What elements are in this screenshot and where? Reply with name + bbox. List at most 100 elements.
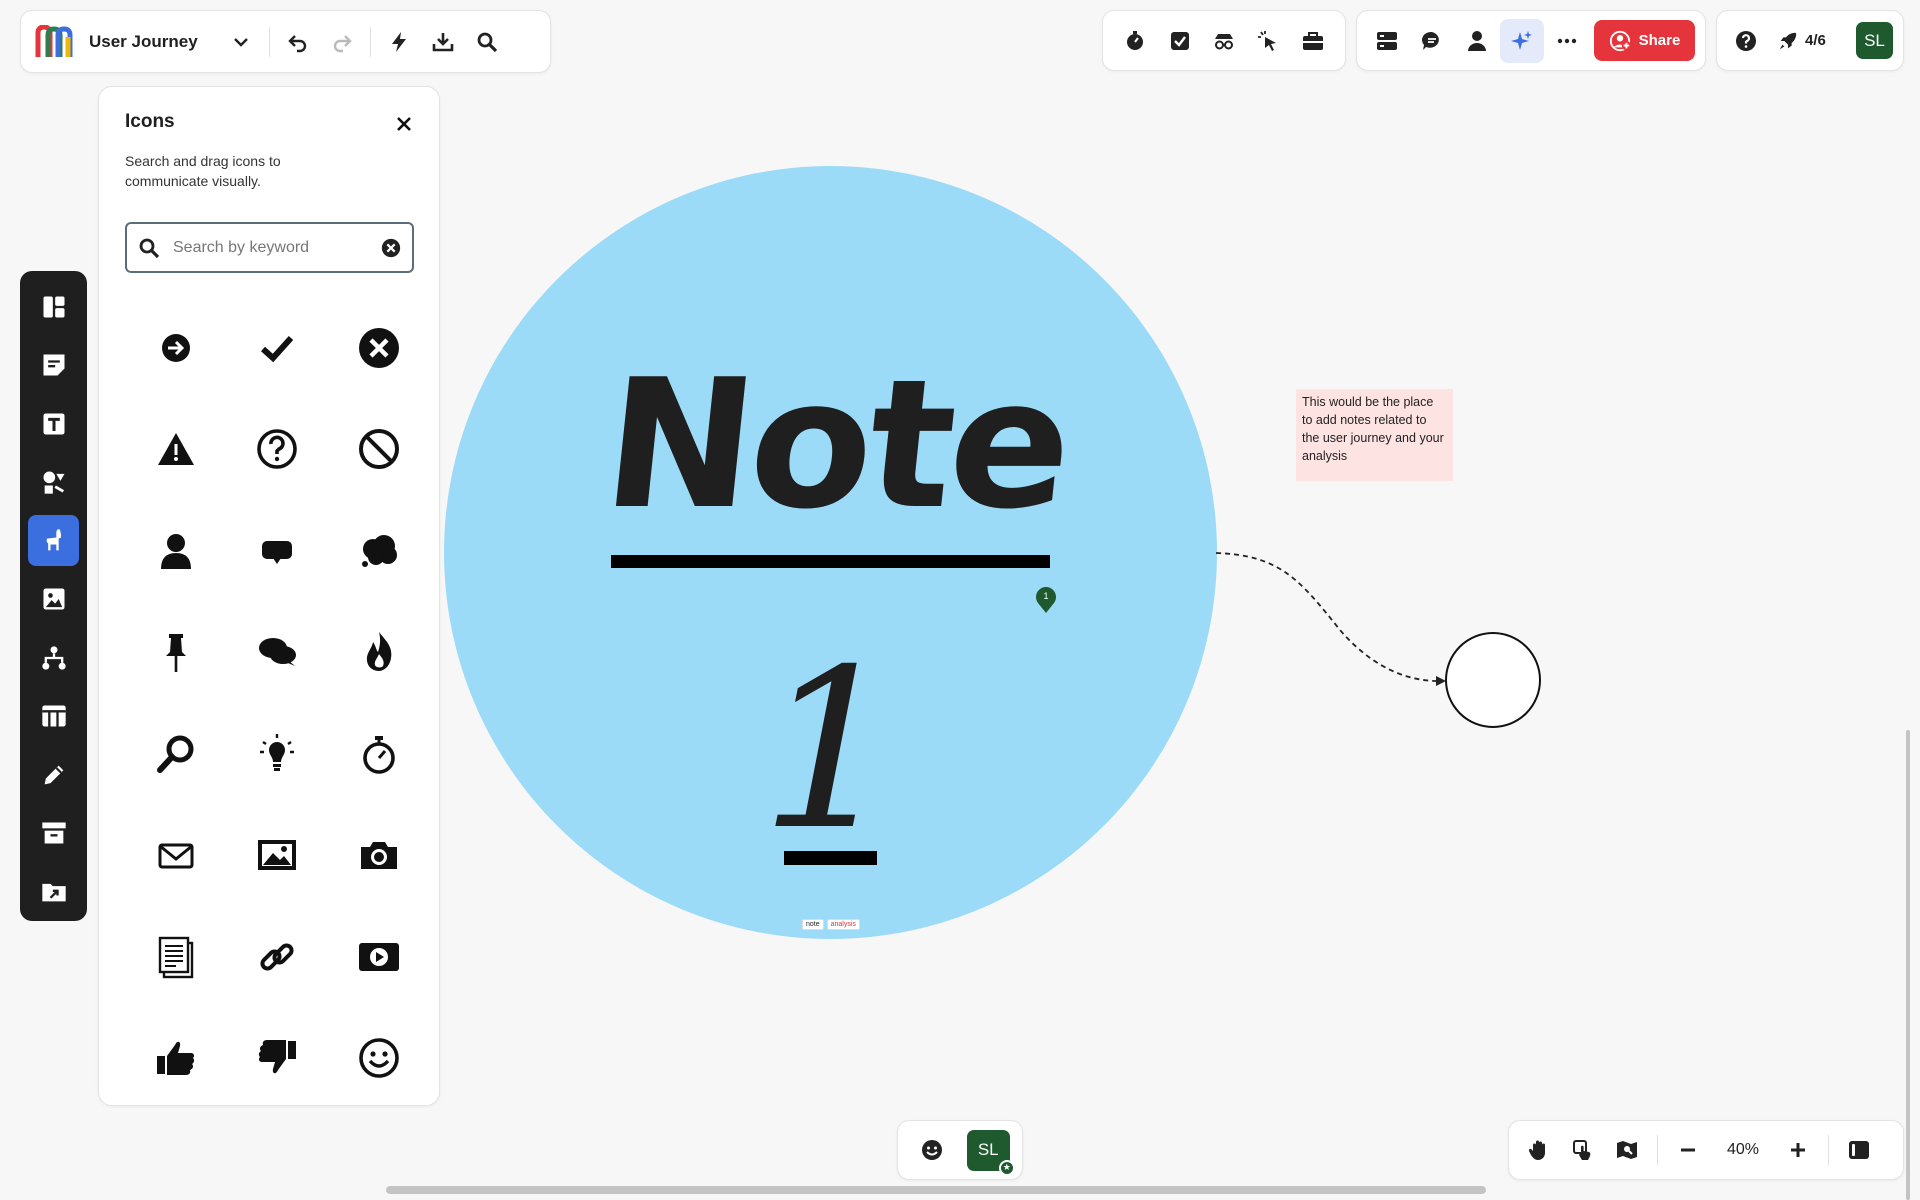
board-header: User Journey (20, 10, 551, 73)
comment-pin[interactable]: 1 (1034, 584, 1058, 614)
navigation-bar: 40% (1508, 1120, 1904, 1180)
templates-icon[interactable] (28, 281, 79, 332)
horizontal-scrollbar[interactable] (386, 1186, 1486, 1194)
envelope-icon[interactable] (125, 805, 227, 907)
clear-search-icon[interactable] (380, 237, 402, 259)
pin-icon[interactable] (125, 602, 227, 704)
lightning-icon[interactable] (377, 20, 421, 64)
fire-icon[interactable] (328, 602, 430, 704)
divider (1828, 1135, 1829, 1165)
share-label: Share (1638, 32, 1681, 49)
panel-toggle-icon[interactable] (1837, 1128, 1881, 1172)
import-icon[interactable] (28, 866, 79, 917)
circle-shape[interactable] (1445, 632, 1541, 728)
search-input[interactable] (173, 238, 380, 257)
search-icon[interactable] (465, 20, 509, 64)
pin-label: 1 (1043, 591, 1048, 601)
pencil-icon[interactable] (28, 749, 79, 800)
note-number[interactable]: 1 (730, 640, 930, 860)
image-icon[interactable] (227, 805, 329, 907)
host-star-icon: ★ (998, 1159, 1015, 1176)
image-upload-icon[interactable] (28, 574, 79, 625)
more-options-icon[interactable] (1545, 19, 1589, 63)
diagram-icon[interactable] (28, 632, 79, 683)
sticky-note-icon[interactable] (28, 340, 79, 391)
zoom-in-icon[interactable] (1776, 1128, 1820, 1172)
rocket-icon (1777, 30, 1799, 52)
note-title[interactable]: Note (595, 341, 1078, 548)
archive-icon[interactable] (28, 808, 79, 859)
undo-icon[interactable] (276, 20, 320, 64)
hand-pan-icon[interactable] (1517, 1128, 1561, 1172)
user-toolbar: 4/6 SL (1716, 10, 1904, 71)
download-icon[interactable] (421, 20, 465, 64)
document-icon[interactable] (125, 906, 227, 1008)
check-icon[interactable] (227, 297, 329, 399)
dashed-connector[interactable] (1210, 540, 1460, 690)
tag-note[interactable]: note (802, 919, 824, 930)
help-icon[interactable] (1727, 19, 1765, 63)
tag-analysis[interactable]: analysis (826, 919, 860, 930)
minimap-icon[interactable] (1605, 1128, 1649, 1172)
board-menu-chevron-icon[interactable] (219, 20, 263, 64)
shapes-icon[interactable] (28, 457, 79, 508)
icons-llama-icon[interactable] (28, 515, 79, 566)
presence-avatar[interactable]: SL ★ (966, 1129, 1015, 1176)
note-underline (611, 555, 1050, 568)
collaborators-user-icon[interactable] (1455, 19, 1499, 63)
question-icon[interactable] (227, 399, 329, 501)
search-icon (137, 236, 161, 260)
main-toolbar: Share (1356, 10, 1706, 71)
smiley-icon[interactable] (328, 1008, 430, 1110)
share-button[interactable]: Share (1594, 20, 1695, 61)
thumbs-up-icon[interactable] (125, 1008, 227, 1110)
app-logo-icon[interactable] (35, 24, 75, 59)
stopwatch-icon[interactable] (328, 703, 430, 805)
speech-bubble-icon[interactable] (227, 500, 329, 602)
emoji-reaction-icon[interactable] (910, 1128, 954, 1172)
link-icon[interactable] (227, 906, 329, 1008)
trackpad-gesture-icon[interactable] (1561, 1128, 1605, 1172)
divider (269, 26, 270, 57)
comment-icon[interactable] (1410, 19, 1454, 63)
divider (370, 26, 371, 57)
panel-description: Search and drag icons to communicate vis… (125, 153, 281, 189)
note-number-underline (784, 851, 877, 865)
sticky-note[interactable]: This would be the place to add notes rel… (1296, 389, 1453, 481)
arrow-right-icon[interactable] (125, 297, 227, 399)
lightbulb-icon[interactable] (227, 703, 329, 805)
private-mode-icon[interactable] (1202, 19, 1246, 63)
voting-check-icon[interactable] (1158, 19, 1202, 63)
ai-sparkle-icon[interactable] (1500, 18, 1544, 63)
reactions-bar: SL ★ (897, 1120, 1023, 1180)
chat-icon[interactable] (227, 602, 329, 704)
share-user-icon (1609, 30, 1631, 52)
magnifier-icon[interactable] (125, 703, 227, 805)
zoom-level[interactable]: 40% (1710, 1141, 1776, 1159)
text-icon[interactable] (28, 398, 79, 449)
prohibited-icon[interactable] (328, 399, 430, 501)
user-avatar[interactable]: SL (1856, 22, 1893, 59)
onboarding-progress[interactable]: 4/6 (1777, 30, 1826, 52)
video-icon[interactable] (328, 906, 430, 1008)
x-circle-icon[interactable] (328, 297, 430, 399)
cursor-click-icon[interactable] (1246, 19, 1290, 63)
table-icon[interactable] (28, 691, 79, 742)
presence-initials: SL (977, 1140, 999, 1159)
zoom-out-icon[interactable] (1666, 1128, 1710, 1172)
toolkit-icon[interactable] (1291, 19, 1335, 63)
collaboration-toolbar (1102, 10, 1346, 71)
vertical-scrollbar[interactable] (1906, 730, 1910, 1200)
close-icon[interactable] (389, 109, 419, 139)
divider (1657, 1135, 1658, 1165)
outline-panel-icon[interactable] (1365, 19, 1409, 63)
thumbs-down-icon[interactable] (227, 1008, 329, 1110)
warning-icon[interactable] (125, 399, 227, 501)
camera-icon[interactable] (328, 805, 430, 907)
timer-icon[interactable] (1113, 19, 1157, 63)
thought-bubble-icon[interactable] (328, 500, 430, 602)
user-icon[interactable] (125, 500, 227, 602)
redo-icon[interactable] (320, 20, 364, 64)
board-title[interactable]: User Journey (89, 32, 219, 52)
icon-search-field (125, 222, 414, 273)
